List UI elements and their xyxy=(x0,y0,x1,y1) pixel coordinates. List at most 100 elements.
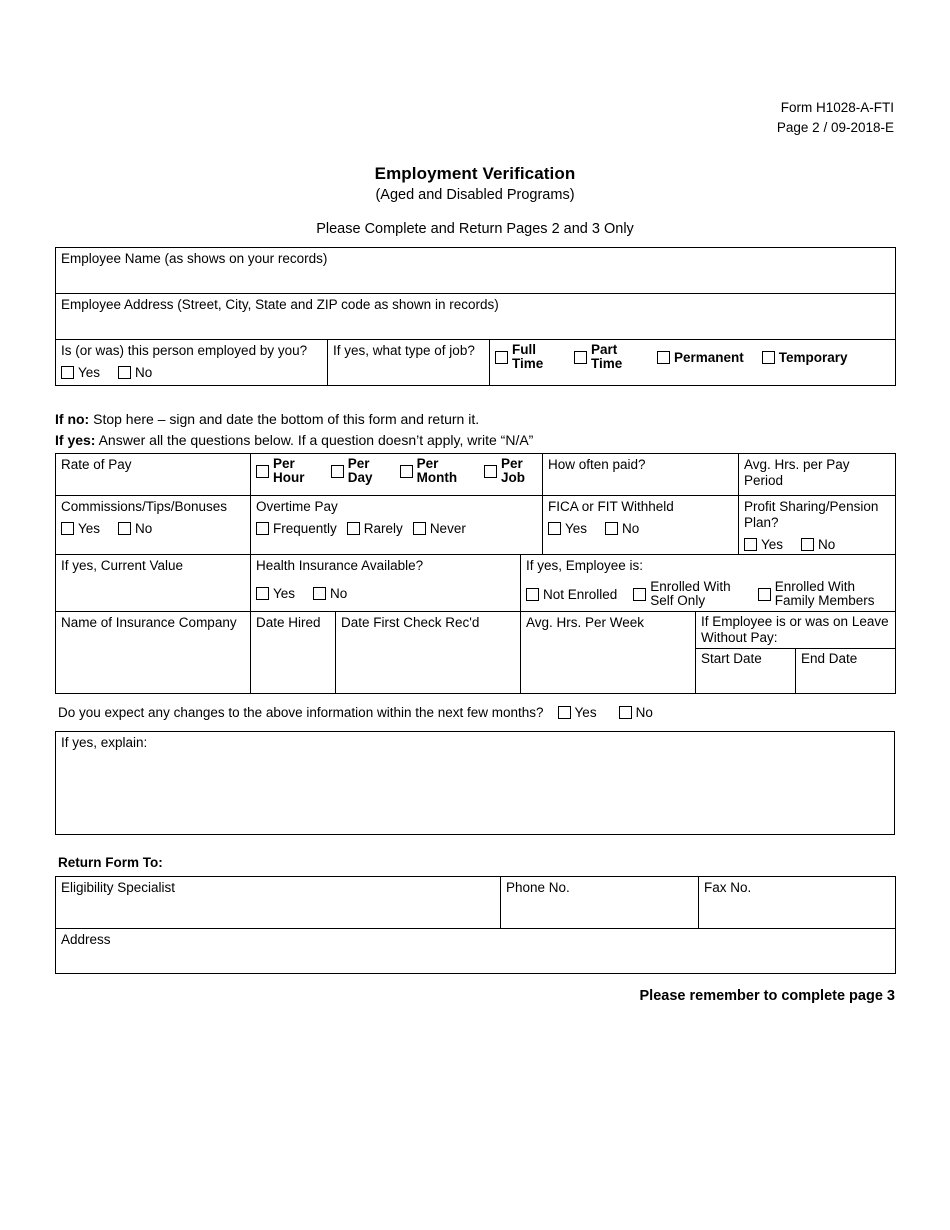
checkbox-icon[interactable] xyxy=(330,464,344,478)
checkbox-icon[interactable] xyxy=(484,464,497,478)
checkbox-icon[interactable] xyxy=(744,538,758,551)
job-type-temporary-option[interactable]: Temporary xyxy=(761,350,848,365)
checkbox-icon[interactable] xyxy=(757,587,771,601)
job-type-permanent-option[interactable]: Permanent xyxy=(657,350,744,365)
fica-yes-option[interactable]: Yes xyxy=(548,521,587,536)
checkbox-icon[interactable] xyxy=(574,350,587,364)
checkbox-icon[interactable] xyxy=(495,350,508,364)
option-label: Permanent xyxy=(674,349,744,365)
enrollment-not-enrolled-option[interactable]: Not Enrolled xyxy=(526,587,617,602)
checkbox-icon[interactable] xyxy=(346,522,360,535)
overtime-cell: Overtime Pay Frequently Rarely Never xyxy=(250,495,543,555)
health-insurance-label: Health Insurance Available? xyxy=(256,558,424,573)
job-type-part-time-option[interactable]: Part Time xyxy=(574,343,637,371)
checkbox-icon[interactable] xyxy=(313,587,327,600)
rate-per-job-option[interactable]: Per Job xyxy=(484,457,537,485)
rate-per-day-option[interactable]: Per Day xyxy=(330,456,386,485)
employee-name-label: Employee Name (as shows on your records) xyxy=(61,251,328,266)
leave-end-date-cell[interactable]: End Date xyxy=(796,649,896,693)
return-form-heading: Return Form To: xyxy=(58,855,163,870)
checkbox-icon[interactable] xyxy=(761,350,775,364)
avg-hrs-pay-period-cell[interactable]: Avg. Hrs. per Pay Period xyxy=(738,453,897,496)
profit-sharing-no-option[interactable]: No xyxy=(801,537,835,552)
employee-address-label: Employee Address (Street, City, State an… xyxy=(61,297,499,312)
checkbox-icon[interactable] xyxy=(605,522,619,535)
overtime-never-option[interactable]: Never xyxy=(412,521,466,536)
phone-no-cell[interactable]: Phone No. xyxy=(500,876,699,929)
checkbox-icon[interactable] xyxy=(657,350,670,364)
leave-end-date-label: End Date xyxy=(801,651,858,666)
how-often-paid-cell[interactable]: How often paid? xyxy=(541,453,740,496)
rate-of-pay-cell[interactable]: Rate of Pay xyxy=(55,453,251,496)
option-label: No xyxy=(330,586,348,601)
overtime-frequently-option[interactable]: Frequently xyxy=(256,521,337,536)
enrollment-self-only-option[interactable]: Enrolled With Self Only xyxy=(633,580,741,608)
checkbox-icon[interactable] xyxy=(557,706,571,719)
checkbox-icon[interactable] xyxy=(801,538,815,551)
health-insurance-cell: Health Insurance Available? Yes No xyxy=(250,554,521,612)
if-yes-prefix: If yes: xyxy=(55,432,96,448)
expected-changes-question: Do you expect any changes to the above i… xyxy=(58,705,653,720)
employed-by-you-label: Is (or was) this person employed by you? xyxy=(61,343,308,358)
checkbox-icon[interactable] xyxy=(118,522,132,535)
employee-address-cell[interactable]: Employee Address (Street, City, State an… xyxy=(55,293,896,340)
form-page: Form H1028-A-FTI Page 2 / 09-2018-E Empl… xyxy=(0,0,950,1230)
current-value-cell[interactable]: If yes, Current Value xyxy=(55,554,251,612)
option-label: Frequently xyxy=(273,521,337,536)
avg-hrs-week-cell[interactable]: Avg. Hrs. Per Week xyxy=(520,611,696,694)
rate-per-month-option[interactable]: Per Month xyxy=(399,457,470,485)
commissions-yes-option[interactable]: Yes xyxy=(61,521,100,536)
enrollment-cell: If yes, Employee is: Not Enrolled Enroll… xyxy=(519,554,897,612)
profit-sharing-label: Profit Sharing/Pension Plan? xyxy=(744,499,879,530)
job-type-options-cell: Full Time Part Time Permanent Temporary xyxy=(489,339,896,386)
option-label: Per Day xyxy=(347,456,373,485)
employee-name-cell[interactable]: Employee Name (as shows on your records) xyxy=(55,247,896,294)
leave-start-date-cell[interactable]: Start Date xyxy=(696,648,797,693)
rate-per-hour-option[interactable]: Per Hour xyxy=(256,457,317,485)
checkbox-icon[interactable] xyxy=(412,522,426,535)
checkbox-icon[interactable] xyxy=(526,587,539,601)
address-cell[interactable]: Address xyxy=(55,928,896,974)
explain-label: If yes, explain: xyxy=(61,735,148,750)
fica-no-option[interactable]: No xyxy=(605,521,639,536)
checkbox-icon[interactable] xyxy=(256,464,269,478)
employee-is-label: If yes, Employee is: xyxy=(526,558,644,573)
checkbox-icon[interactable] xyxy=(399,464,413,478)
option-label: Per Job xyxy=(501,456,526,485)
date-first-check-cell[interactable]: Date First Check Rec'd xyxy=(335,611,521,694)
fax-no-cell[interactable]: Fax No. xyxy=(698,876,896,929)
insurance-company-label: Name of Insurance Company xyxy=(61,615,237,630)
checkbox-icon[interactable] xyxy=(256,587,269,600)
health-insurance-no-option[interactable]: No xyxy=(313,586,347,601)
checkbox-icon[interactable] xyxy=(61,522,74,535)
date-hired-cell[interactable]: Date Hired xyxy=(250,611,336,694)
table-row: Name of Insurance Company Date Hired Dat… xyxy=(55,611,897,694)
employed-no-option[interactable]: No xyxy=(118,365,152,380)
checkbox-icon[interactable] xyxy=(256,522,269,535)
checkbox-icon[interactable] xyxy=(633,587,647,601)
eligibility-specialist-cell[interactable]: Eligibility Specialist xyxy=(55,876,501,929)
table-row: Eligibility Specialist Phone No. Fax No. xyxy=(55,876,896,929)
expected-changes-yes-option[interactable]: Yes xyxy=(557,705,597,720)
how-often-paid-label: How often paid? xyxy=(548,457,646,472)
overtime-rarely-option[interactable]: Rarely xyxy=(346,521,403,536)
fica-cell: FICA or FIT Withheld Yes No xyxy=(541,495,740,555)
option-label: Per Hour xyxy=(273,456,305,485)
checkbox-icon[interactable] xyxy=(548,522,561,535)
job-type-full-time-option[interactable]: Full Time xyxy=(495,343,558,371)
commissions-no-option[interactable]: No xyxy=(118,521,152,536)
expected-changes-no-option[interactable]: No xyxy=(618,705,653,720)
insurance-company-cell[interactable]: Name of Insurance Company xyxy=(55,611,251,694)
job-type-cell[interactable]: If yes, what type of job? xyxy=(327,339,490,386)
enrollment-family-option[interactable]: Enrolled With Family Members xyxy=(757,580,890,608)
leave-without-pay-cell: If Employee is or was on Leave Without P… xyxy=(694,611,897,694)
table-row: If Employee is or was on Leave Without P… xyxy=(696,612,896,649)
checkbox-icon[interactable] xyxy=(118,366,132,379)
checkbox-icon[interactable] xyxy=(61,366,74,379)
expected-changes-label: Do you expect any changes to the above i… xyxy=(58,705,544,720)
health-insurance-yes-option[interactable]: Yes xyxy=(256,586,295,601)
profit-sharing-yes-option[interactable]: Yes xyxy=(744,537,783,552)
checkbox-icon[interactable] xyxy=(618,706,632,719)
explain-cell[interactable]: If yes, explain: xyxy=(55,731,895,835)
employed-yes-option[interactable]: Yes xyxy=(61,365,100,380)
